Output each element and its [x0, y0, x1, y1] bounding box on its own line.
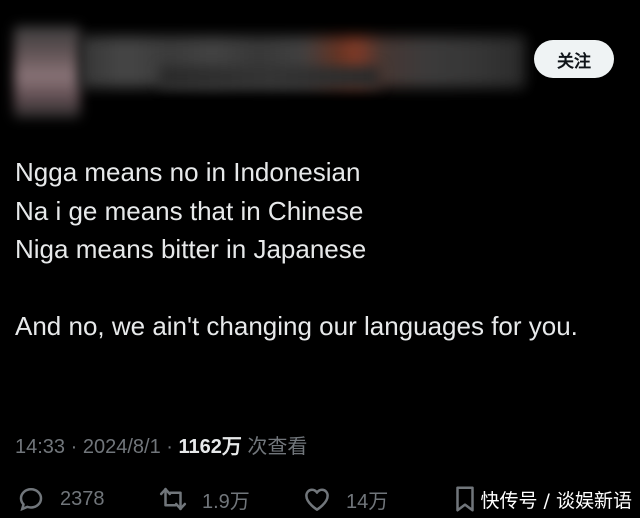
reply-button[interactable]: 2378 — [16, 484, 105, 514]
like-count: 14万 — [346, 490, 389, 513]
like-button[interactable]: 14万 — [302, 484, 388, 514]
view-count: 1162万 — [178, 436, 242, 458]
tweet-header: 关注 — [0, 0, 640, 120]
retweet-count: 1.9万 — [202, 490, 250, 513]
retweet-button[interactable]: 1.9万 — [158, 484, 250, 514]
tweet-line: Na i ge means that in Chinese — [15, 195, 364, 226]
reply-count: 2378 — [60, 487, 105, 510]
heart-icon — [305, 488, 329, 511]
retweet-icon — [159, 487, 187, 511]
view-count-label: 次查看 — [241, 436, 308, 458]
author-handle-blurred — [160, 66, 380, 88]
tweet-line: Ngga means no in Indonesian — [15, 157, 361, 187]
reply-icon — [19, 487, 43, 512]
tweet-meta: 14:33 · 2024/8/1 · 1162万 次查看 — [15, 430, 307, 459]
follow-button[interactable]: 关注 — [534, 40, 614, 78]
meta-separator: · — [160, 436, 179, 458]
tweet-closing-line: And no, we ain't changing our languages … — [15, 310, 578, 341]
meta-separator: · — [65, 436, 83, 458]
tweet-time[interactable]: 14:33 — [15, 436, 65, 458]
tweet-line: Niga means bitter in Japanese — [15, 234, 367, 264]
tweet-text: Ngga means no in Indonesian Na i ge mean… — [15, 153, 615, 345]
tweet-date[interactable]: 2024/8/1 — [83, 436, 161, 458]
bookmark-icon — [456, 486, 474, 512]
avatar[interactable] — [14, 26, 80, 118]
watermark: 快传号 / 谈娱新语 — [480, 490, 632, 512]
